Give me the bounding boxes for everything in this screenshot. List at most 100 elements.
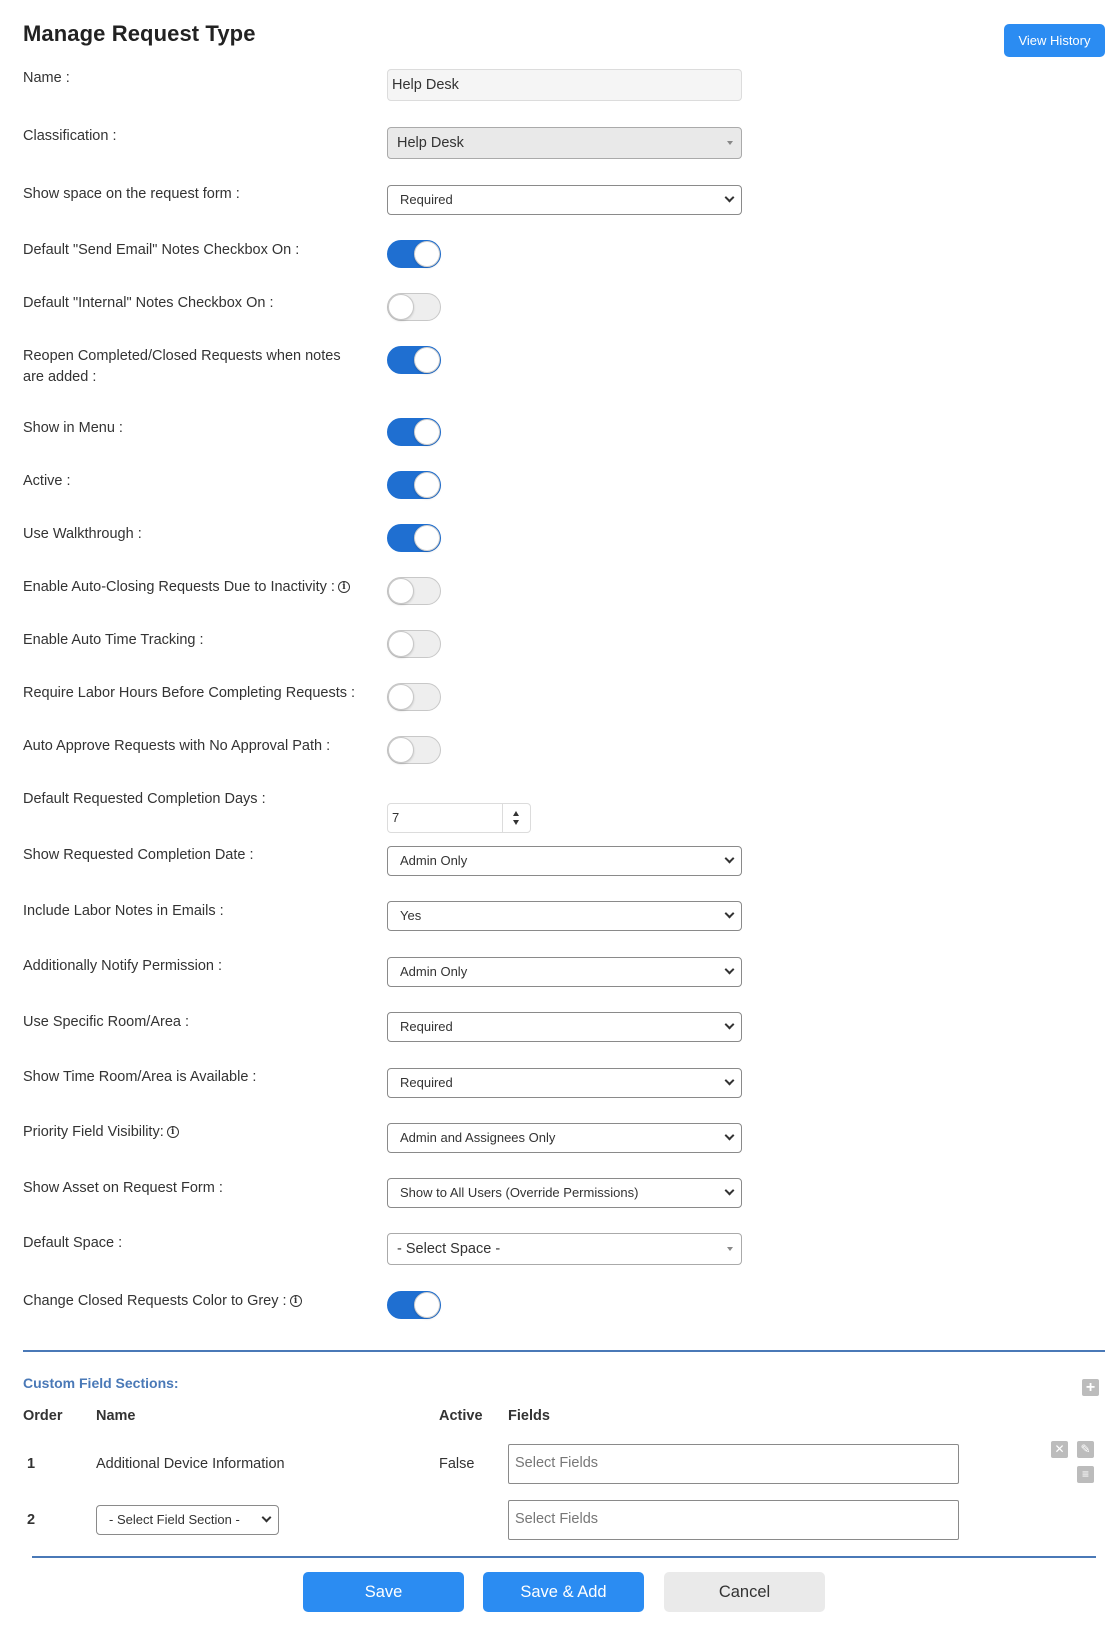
time-room-value: Required — [400, 1075, 453, 1090]
send-email-toggle[interactable] — [387, 240, 441, 268]
time-room-label: Show Time Room/Area is Available : — [23, 1069, 257, 1085]
toggle-knob — [414, 472, 440, 498]
auto-time-label: Enable Auto Time Tracking : — [23, 632, 204, 648]
show-asset-value: Show to All Users (Override Permissions) — [400, 1185, 639, 1200]
chevron-down-icon — [724, 908, 735, 919]
info-icon[interactable]: i — [289, 1295, 302, 1308]
chevron-down-icon — [724, 964, 735, 975]
auto-closing-toggle[interactable] — [387, 577, 441, 605]
show-space-label: Show space on the request form : — [23, 186, 240, 202]
spin-up-icon[interactable] — [513, 811, 519, 816]
priority-visibility-label: Priority Field Visibility: i — [23, 1122, 363, 1143]
walkthrough-toggle[interactable] — [387, 524, 441, 552]
classification-select[interactable]: Help Desk — [387, 127, 742, 159]
section-divider — [23, 1350, 1105, 1352]
room-area-value: Required — [400, 1019, 453, 1034]
list-icon[interactable]: ≡ — [1077, 1466, 1094, 1483]
show-in-menu-label: Show in Menu : — [23, 420, 123, 436]
plus-icon[interactable]: + — [1082, 1379, 1099, 1396]
column-header-order: Order — [23, 1408, 63, 1424]
edit-icon[interactable]: ✎ — [1077, 1441, 1094, 1458]
chevron-down-icon — [261, 1512, 272, 1523]
toggle-knob — [388, 684, 414, 710]
auto-closing-label-text: Enable Auto-Closing Requests Due to Inac… — [23, 579, 335, 595]
cancel-button[interactable]: Cancel — [664, 1572, 825, 1612]
fields-select[interactable]: Select Fields — [508, 1500, 959, 1540]
notify-permission-select[interactable]: Admin Only — [387, 957, 742, 987]
chevron-down-icon — [724, 853, 735, 864]
grey-closed-toggle[interactable] — [387, 1291, 441, 1319]
internal-toggle[interactable] — [387, 293, 441, 321]
show-space-value: Required — [400, 192, 453, 207]
active-toggle[interactable] — [387, 471, 441, 499]
name-input[interactable] — [387, 69, 742, 101]
completion-date-select[interactable]: Admin Only — [387, 846, 742, 876]
labor-notes-label: Include Labor Notes in Emails : — [23, 903, 224, 919]
grey-closed-label: Change Closed Requests Color to Grey :i — [23, 1291, 363, 1312]
auto-approve-label: Auto Approve Requests with No Approval P… — [23, 738, 331, 754]
save-button[interactable]: Save — [303, 1572, 464, 1612]
classification-value: Help Desk — [397, 135, 464, 151]
chevron-down-icon — [724, 192, 735, 203]
toggle-knob — [388, 737, 414, 763]
notify-permission-label: Additionally Notify Permission : — [23, 958, 223, 974]
chevron-down-icon — [724, 1185, 735, 1196]
info-icon[interactable]: i — [337, 581, 350, 594]
info-icon[interactable]: i — [166, 1126, 179, 1139]
show-space-select[interactable]: Required — [387, 185, 742, 215]
completion-date-value: Admin Only — [400, 853, 468, 868]
active-label: Active : — [23, 473, 71, 489]
show-in-menu-toggle[interactable] — [387, 418, 441, 446]
footer-divider — [32, 1556, 1096, 1558]
completion-days-input[interactable]: 7 — [387, 803, 531, 833]
labor-notes-select[interactable]: Yes — [387, 901, 742, 931]
labor-notes-value: Yes — [400, 908, 422, 923]
room-area-select[interactable]: Required — [387, 1012, 742, 1042]
reopen-toggle[interactable] — [387, 346, 441, 374]
show-asset-select[interactable]: Show to All Users (Override Permissions) — [387, 1178, 742, 1208]
auto-closing-label: Enable Auto-Closing Requests Due to Inac… — [23, 577, 383, 598]
toggle-knob — [414, 241, 440, 267]
caret-down-icon — [727, 141, 733, 145]
classification-label: Classification : — [23, 128, 117, 144]
field-section-select[interactable]: - Select Field Section - — [96, 1505, 279, 1535]
number-spinner[interactable] — [502, 804, 530, 832]
auto-time-toggle[interactable] — [387, 630, 441, 658]
save-and-add-button[interactable]: Save & Add — [483, 1572, 644, 1612]
fields-select[interactable]: Select Fields — [508, 1444, 959, 1484]
completion-date-label: Show Requested Completion Date : — [23, 847, 254, 863]
row-active: False — [439, 1456, 475, 1472]
toggle-knob — [414, 419, 440, 445]
field-section-value: - Select Field Section - — [109, 1512, 240, 1527]
row-order: 1 — [27, 1456, 36, 1472]
walkthrough-label: Use Walkthrough : — [23, 526, 142, 542]
column-header-name: Name — [96, 1408, 136, 1424]
show-asset-label: Show Asset on Request Form : — [23, 1180, 223, 1196]
chevron-down-icon — [724, 1130, 735, 1141]
column-header-active: Active — [439, 1408, 483, 1424]
time-room-select[interactable]: Required — [387, 1068, 742, 1098]
send-email-label: Default "Send Email" Notes Checkbox On : — [23, 242, 300, 258]
completion-days-label: Default Requested Completion Days : — [23, 791, 266, 807]
column-header-fields: Fields — [508, 1408, 550, 1424]
priority-visibility-select[interactable]: Admin and Assignees Only — [387, 1123, 742, 1153]
caret-down-icon — [727, 1247, 733, 1251]
chevron-down-icon — [724, 1075, 735, 1086]
labor-hours-label: Require Labor Hours Before Completing Re… — [23, 685, 356, 701]
internal-label: Default "Internal" Notes Checkbox On : — [23, 295, 274, 311]
spin-down-icon[interactable] — [513, 820, 519, 825]
default-space-value: - Select Space - — [397, 1241, 501, 1257]
row-name: Additional Device Information — [96, 1456, 285, 1472]
toggle-knob — [388, 578, 414, 604]
auto-approve-toggle[interactable] — [387, 736, 441, 764]
default-space-label: Default Space : — [23, 1235, 123, 1251]
row-order: 2 — [27, 1512, 36, 1528]
priority-visibility-label-text: Priority Field Visibility: — [23, 1124, 164, 1140]
notify-permission-value: Admin Only — [400, 964, 468, 979]
labor-hours-toggle[interactable] — [387, 683, 441, 711]
default-space-select[interactable]: - Select Space - — [387, 1233, 742, 1265]
toggle-knob — [414, 347, 440, 373]
close-icon[interactable]: ✕ — [1051, 1441, 1068, 1458]
custom-sections-title: Custom Field Sections: — [23, 1375, 179, 1391]
view-history-button[interactable]: View History — [1004, 24, 1105, 57]
